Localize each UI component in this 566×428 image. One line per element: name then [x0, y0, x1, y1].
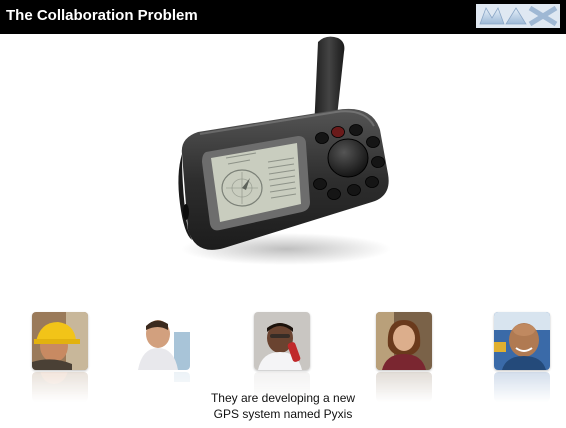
title-bar: The Collaboration Problem — [0, 0, 566, 34]
caption-line-2: GPS system named Pyxis — [213, 407, 353, 421]
max-logo-icon — [476, 4, 560, 28]
gps-device-image — [178, 36, 391, 265]
slide-title: The Collaboration Problem — [6, 7, 198, 24]
man-phone-photo-icon — [254, 312, 310, 370]
slide-caption: They are developing a new GPS system nam… — [183, 390, 383, 422]
man-bald-photo-icon — [494, 312, 550, 370]
man-smiling-photo-icon — [134, 312, 190, 370]
woman-reflection — [376, 372, 432, 402]
slide: The Collaboration Problem They are devel… — [0, 0, 566, 428]
slide-content: They are developing a new GPS system nam… — [0, 34, 566, 428]
caption-line-1: They are developing a new — [210, 391, 356, 405]
man-bald-reflection — [494, 372, 550, 402]
worker-reflection — [32, 372, 88, 402]
worker-hardhat-photo-icon — [32, 312, 88, 370]
man-smiling-reflection — [134, 372, 190, 402]
woman-photo-icon — [376, 312, 432, 370]
